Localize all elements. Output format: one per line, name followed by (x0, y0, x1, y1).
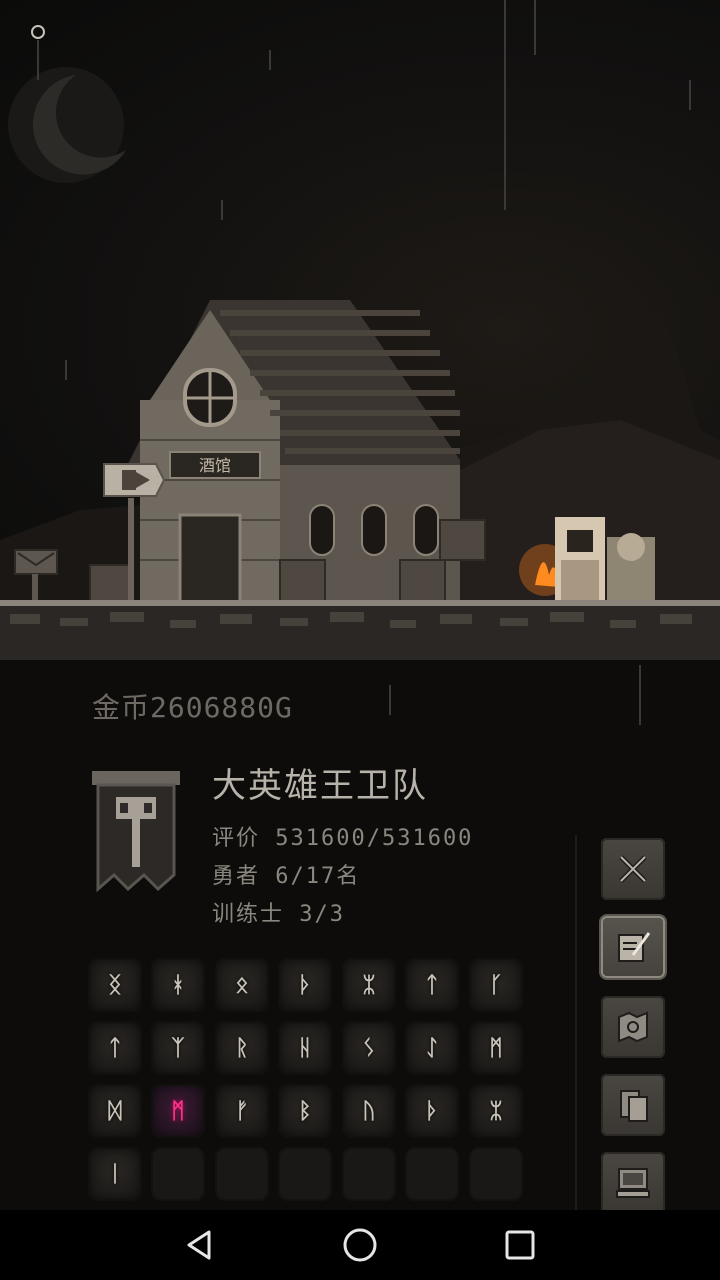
trainer-count: 训练士 3/3 (212, 902, 345, 927)
back-triangle-icon[interactable] (178, 1223, 222, 1267)
rune-slot[interactable]: ᛇ (405, 1021, 459, 1075)
hero-party-sprite (519, 517, 655, 605)
rune-slot[interactable]: ᛒ (278, 1084, 332, 1138)
rune-slot[interactable]: ᛏ (88, 1021, 142, 1075)
rune-slot[interactable]: ᚴ (469, 958, 523, 1012)
panel-divider (575, 835, 577, 1215)
rune-slot[interactable]: ᚦ (278, 958, 332, 1012)
tavern-sign-text: 酒馆 (199, 456, 231, 475)
home-circle-icon[interactable] (338, 1223, 382, 1267)
battle-button[interactable] (601, 838, 665, 900)
crossed-swords-icon (619, 855, 647, 883)
rune-slot[interactable]: ᛗ (469, 1021, 523, 1075)
rune-slot[interactable]: ᛝ (88, 958, 142, 1012)
rune-slot[interactable]: ᚺ (278, 1021, 332, 1075)
moon-icon (8, 67, 126, 183)
system-navigation-bar (0, 1210, 720, 1280)
scroll-quill-icon (618, 932, 651, 962)
rune-slot[interactable]: ᛯ (342, 958, 396, 1012)
rune-slot-empty[interactable] (151, 1147, 205, 1201)
gold-counter: 金币2606880G (92, 691, 293, 724)
rune-slot-empty[interactable] (278, 1147, 332, 1201)
rune-slot-empty[interactable] (342, 1147, 396, 1201)
system-button[interactable] (601, 1152, 665, 1214)
town-scene: 酒馆 (0, 0, 720, 660)
hero-count: 勇者 6/17名 (212, 864, 361, 889)
rune-grid: ᛝ ᚼ ᛟ ᚦ ᛯ ᛏ ᚴ ᛏ ᛉ ᚱ ᚺ ᛊ ᛇ ᛗ ᛞ ᛗ ᚠ ᛒ ᚢ ᚦ … (88, 958, 528, 1208)
rune-slot[interactable]: ᛞ (88, 1084, 142, 1138)
rune-slot[interactable]: ᚢ (342, 1084, 396, 1138)
map-icon (618, 1011, 648, 1043)
gear-icon[interactable] (28, 22, 48, 42)
rune-slot-empty[interactable] (469, 1147, 523, 1201)
documents-button[interactable] (601, 1074, 665, 1136)
rune-slot[interactable]: ᛯ (469, 1084, 523, 1138)
rune-slot[interactable]: ᚠ (215, 1084, 269, 1138)
map-button[interactable] (601, 996, 665, 1058)
rune-slot[interactable]: ᚼ (151, 958, 205, 1012)
rune-slot[interactable]: ᛉ (151, 1021, 205, 1075)
mailbox-icon[interactable] (10, 545, 60, 605)
recents-square-icon[interactable] (498, 1223, 542, 1267)
guild-rating: 评价 531600/531600 (212, 826, 474, 851)
rune-slot[interactable]: ᛟ (215, 958, 269, 1012)
rune-slot-empty[interactable] (405, 1147, 459, 1201)
rune-slot[interactable]: ᛊ (342, 1021, 396, 1075)
hammer-banner-icon (92, 771, 180, 893)
documents-icon (620, 1090, 648, 1122)
rune-slot[interactable]: ᛁ (88, 1147, 142, 1201)
guild-name: 大英雄王卫队 (212, 766, 428, 806)
rune-slot[interactable]: ᛏ (405, 958, 459, 1012)
rune-slot-active[interactable]: ᛗ (151, 1084, 205, 1138)
rune-slot[interactable]: ᚦ (405, 1084, 459, 1138)
quest-button[interactable] (601, 916, 665, 978)
ground-cobblestone (0, 600, 720, 660)
exit-signpost[interactable] (98, 458, 170, 608)
rune-slot-empty[interactable] (215, 1147, 269, 1201)
rune-slot[interactable]: ᚱ (215, 1021, 269, 1075)
computer-icon (616, 1168, 650, 1198)
